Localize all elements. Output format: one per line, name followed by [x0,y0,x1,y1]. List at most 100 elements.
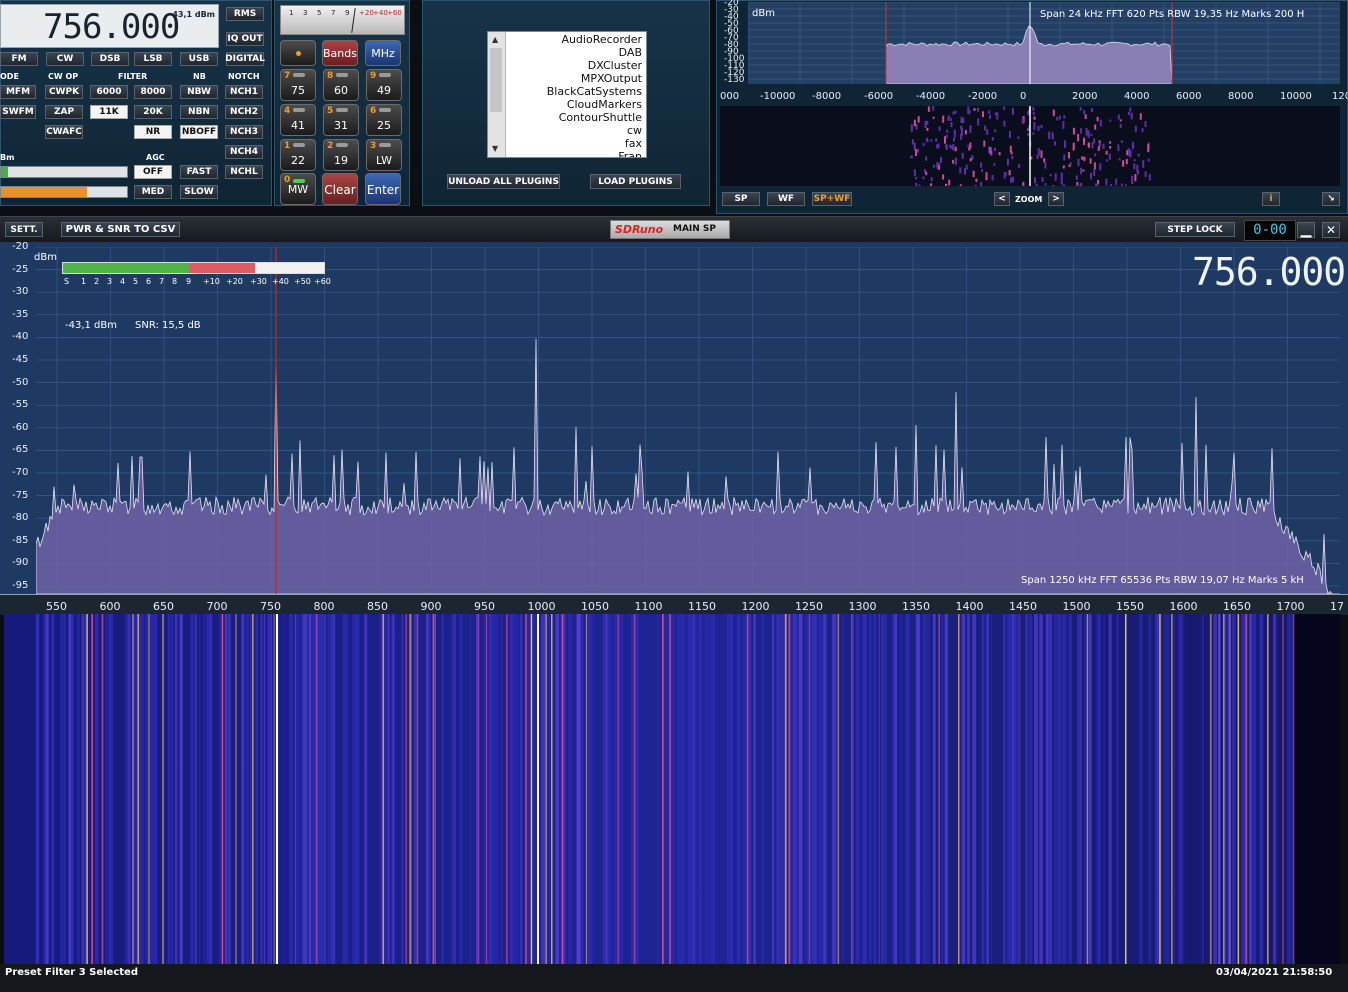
key-3[interactable]: 3 LW [366,139,402,171]
plugin-item[interactable]: AudioRecorder [506,33,644,46]
step-lock-button[interactable]: STEP LOCK [1155,222,1235,237]
key-8[interactable]: 8 60 [323,69,359,101]
grid-11k-button[interactable]: 11K [90,105,128,119]
pwr-snr-csv-button[interactable]: PWR & SNR TO CSV [61,222,180,237]
sp-view-button[interactable]: SP [722,192,760,206]
grid-nbn-button[interactable]: NBN [180,105,218,119]
key-9[interactable]: 9 49 [366,69,402,101]
key-1[interactable]: 1 22 [280,139,316,171]
frequency-value: 756.000 [43,7,180,47]
scroll-down-icon[interactable]: ▼ [492,144,498,153]
settings-button[interactable]: SETT. [5,222,43,237]
plugin-item[interactable]: MPXOutput [506,72,644,85]
aux-waterfall-speck [1106,159,1108,162]
scroll-up-icon[interactable]: ▲ [492,35,498,44]
aux-waterfall[interactable] [720,106,1340,193]
plugin-item[interactable]: DXCluster [506,59,644,72]
resize-icon[interactable]: ↘ [1322,192,1340,206]
key-notch-icon [379,143,391,147]
load-plugins-button[interactable]: LOAD PLUGINS [590,174,681,189]
grid-nboff-button[interactable]: NBOFF [180,125,218,139]
key-0-mw[interactable]: 0 MW [280,173,316,205]
minimize-button[interactable]: ▁ [1297,222,1315,238]
rms-button[interactable]: RMS [226,7,264,21]
frequency-axis[interactable] [0,594,1348,615]
aux-waterfall-speck [1032,112,1035,115]
key-4[interactable]: 4 41 [280,104,316,136]
zoom-label: ZOOM [1015,195,1043,204]
zoom-prev-button[interactable]: < [994,192,1010,206]
main-spectrum-plot[interactable] [36,247,1340,594]
mode-usb-button[interactable]: USB [180,52,218,66]
plugin-list[interactable]: ▲ ▼ AudioRecorder DAB DXCluster MPXOutput Bl… [487,31,647,158]
plugin-item[interactable]: ContourShuttle [506,111,644,124]
agc-nchl-button[interactable]: NCHL [225,165,263,179]
grid-mfm-button[interactable]: MFM [0,85,36,99]
s-meter-label: +60 [314,277,331,286]
sdruno-logo: SDRuno [615,223,664,236]
grid-nch2-button[interactable]: NCH2 [225,105,263,119]
grid-6000-button[interactable]: 6000 [90,85,128,99]
grid-20k-button[interactable]: 20K [134,105,172,119]
grid-nbw-button[interactable]: NBW [180,85,218,99]
plugin-item[interactable]: Fran [506,150,644,157]
agc-off-button[interactable]: OFF [134,165,172,179]
aux-spectrum-plot[interactable]: dBm Span 24 kHz FFT 620 Pts RBW 19,35 Hz… [748,2,1340,84]
waterfall-carrier [818,614,822,964]
scroll-thumb[interactable] [490,48,502,112]
aux-waterfall-svg [910,106,1151,193]
main-frequency-display[interactable]: 756.000 [1192,250,1346,294]
sp-wf-view-button[interactable]: SP+WF [812,192,852,206]
grid-cwafc-button[interactable]: CWAFC [45,125,83,139]
main-waterfall[interactable] [4,614,1340,964]
plugin-item[interactable]: DAB [506,46,644,59]
plugin-item[interactable]: CloudMarkers [506,98,644,111]
squelch-slider[interactable] [0,186,128,198]
mode-dsb-button[interactable]: DSB [91,52,129,66]
grid-nch1-button[interactable]: NCH1 [225,85,263,99]
key-6[interactable]: 6 25 [366,104,402,136]
frequency-display[interactable]: 756.000 -43,1 dBm [0,4,219,48]
digital-button[interactable]: DIGITAL [225,52,265,66]
key-2[interactable]: 2 19 [323,139,359,171]
unload-all-plugins-button[interactable]: UNLOAD ALL PLUGINS [447,174,560,189]
grid-nch3-button[interactable]: NCH3 [225,125,263,139]
grid-nr-button[interactable]: NR [134,125,172,139]
mode-cw-button[interactable]: CW [46,52,84,66]
aux-waterfall-speck [961,152,964,159]
plugin-item[interactable]: BlackCatSystems [506,85,644,98]
enter-key[interactable]: Enter [365,173,401,205]
mhz-key[interactable]: MHz [365,40,401,66]
plugin-item[interactable]: fax [506,137,644,150]
agc-med-button[interactable]: MED [134,185,172,199]
nch4-button[interactable]: NCH4 [225,145,263,159]
key-5[interactable]: 5 31 [323,104,359,136]
grid-8000-button[interactable]: 8000 [134,85,172,99]
mode-fm-button[interactable]: FM [0,52,38,66]
step-key[interactable] [280,40,316,66]
close-button[interactable]: ✕ [1322,222,1340,238]
grid-cwpk-button[interactable]: CWPK [45,85,83,99]
info-button[interactable]: i [1262,192,1280,206]
volume-slider[interactable] [0,166,128,178]
aux-x-tick: 6000 [1176,91,1202,102]
aux-waterfall-speck [1044,162,1047,169]
key-7[interactable]: 7 75 [280,69,316,101]
aux-waterfall-speck [922,176,925,180]
clear-key[interactable]: Clear [322,173,358,205]
bands-key[interactable]: Bands [322,40,358,66]
waterfall-carrier [617,614,620,964]
aux-waterfall-speck [972,170,975,178]
iq-out-button[interactable]: IQ OUT [226,32,264,46]
mode-lsb-button[interactable]: LSB [134,52,172,66]
grid-zap-button[interactable]: ZAP [45,105,83,119]
wf-view-button[interactable]: WF [767,192,805,206]
step-display[interactable]: 0-00 [1244,220,1296,241]
plugin-list-scrollbar[interactable]: ▲ ▼ [488,32,506,157]
grid-swfm-button[interactable]: SWFM [0,105,36,119]
agc-fast-button[interactable]: FAST [180,165,218,179]
waterfall-carrier [1160,614,1162,964]
plugin-item[interactable]: cw [506,124,644,137]
agc-slow-button[interactable]: SLOW [180,185,218,199]
zoom-next-button[interactable]: > [1048,192,1064,206]
